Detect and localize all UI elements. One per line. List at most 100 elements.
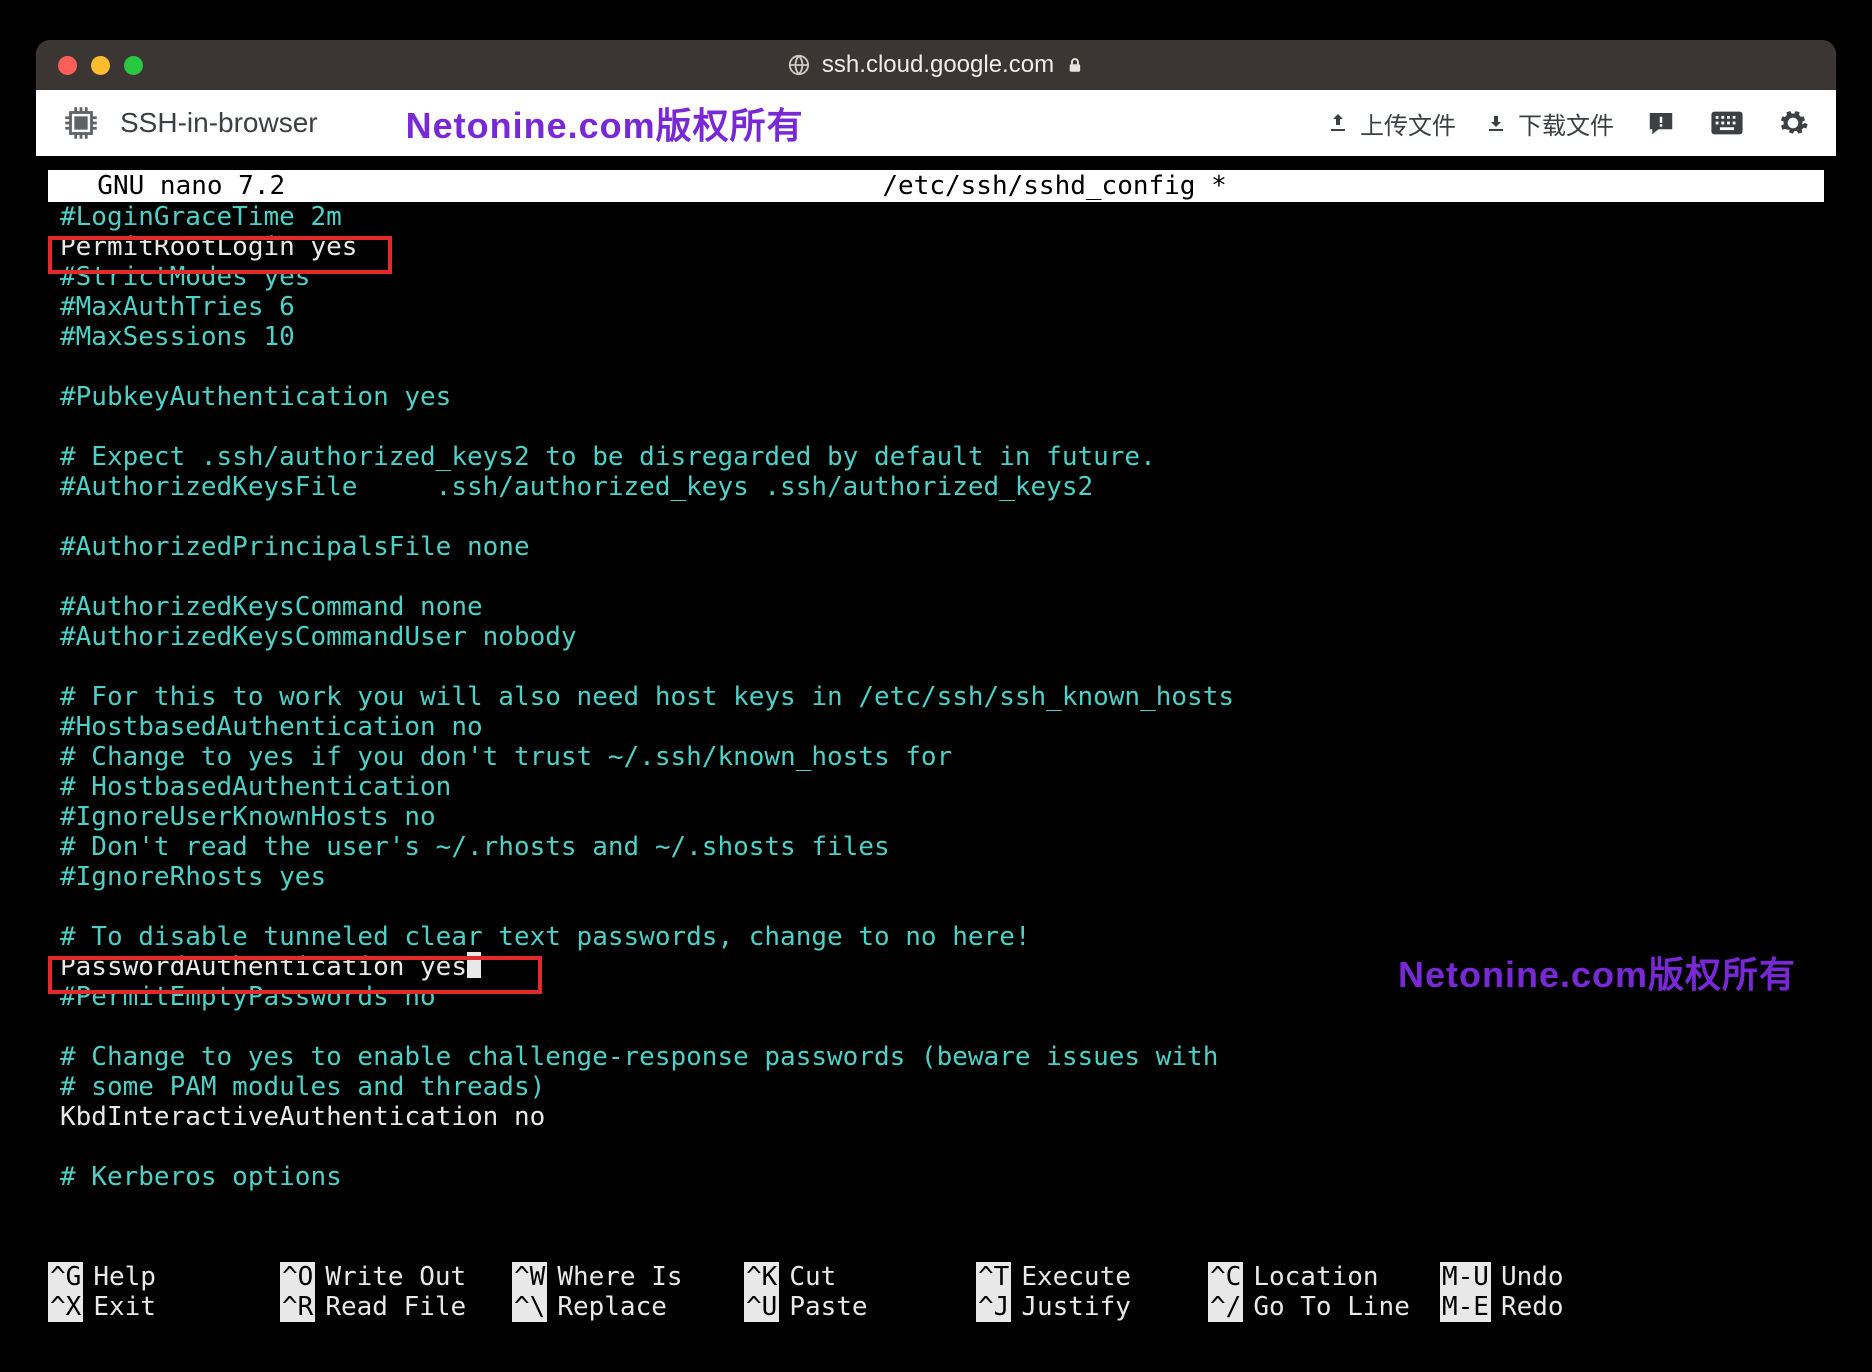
editor-line: #LoginGraceTime 2m <box>60 202 1812 232</box>
editor-line: PermitRootLogin yes <box>60 232 1812 262</box>
editor-line <box>60 562 1812 592</box>
editor-line <box>60 1132 1812 1162</box>
editor-line <box>60 892 1812 922</box>
nano-footer-row: ^G Help ^O Write Out ^WWhere Is^K Cut ^T Execut… <box>48 1262 1824 1292</box>
shortcut-label: Write Out <box>325 1262 466 1292</box>
text-cursor <box>467 952 481 978</box>
shortcut-label: Replace <box>557 1292 667 1322</box>
editor-line: # Change to yes to enable challenge-resp… <box>60 1042 1812 1072</box>
download-file-button[interactable]: 下载文件 <box>1484 106 1614 141</box>
keycap: ^K <box>744 1262 779 1292</box>
editor-line: #StrictModes yes <box>60 262 1812 292</box>
nano-file-path: /etc/ssh/sshd_config * <box>285 170 1824 202</box>
editor-line: # HostbasedAuthentication <box>60 772 1812 802</box>
keycap: ^/ <box>1208 1292 1243 1322</box>
shortcut-label: Paste <box>789 1292 867 1322</box>
globe-icon <box>788 54 810 76</box>
toolbar-left: SSH-in-browser <box>60 102 318 144</box>
keycap: ^C <box>1208 1262 1243 1292</box>
feedback-icon[interactable] <box>1642 108 1680 138</box>
nano-shortcut: ^/ Go To Line <box>1208 1292 1440 1322</box>
keycap: ^\ <box>512 1292 547 1322</box>
upload-file-button[interactable]: 上传文件 <box>1326 106 1456 141</box>
shortcut-label: Exit <box>93 1292 156 1322</box>
shortcut-label: Location <box>1253 1262 1378 1292</box>
watermark-text: Netonine.com版权所有 <box>406 97 804 149</box>
gear-icon[interactable] <box>1774 107 1812 139</box>
editor-line <box>60 1012 1812 1042</box>
nano-shortcut: ^K Cut <box>744 1262 976 1292</box>
window-titlebar: ssh.cloud.google.com <box>36 40 1836 90</box>
address-bar[interactable]: ssh.cloud.google.com <box>788 51 1084 79</box>
nano-footer: ^G Help ^O Write Out ^WWhere Is^K Cut ^T Execut… <box>48 1262 1824 1322</box>
keyboard-icon[interactable] <box>1708 110 1746 136</box>
editor-line: # some PAM modules and threads) <box>60 1072 1812 1102</box>
editor-line <box>60 652 1812 682</box>
shortcut-label: Go To Line <box>1253 1292 1410 1322</box>
editor-line <box>60 412 1812 442</box>
keycap: M-U <box>1440 1262 1491 1292</box>
app-title: SSH-in-browser <box>120 107 318 139</box>
chip-icon <box>60 102 102 144</box>
editor-line: # For this to work you will also need ho… <box>60 682 1812 712</box>
nano-shortcut: ^\ Replace <box>512 1292 744 1322</box>
editor-line: #AuthorizedKeysCommandUser nobody <box>60 622 1812 652</box>
keycap: ^T <box>976 1262 1011 1292</box>
editor-line: #MaxSessions 10 <box>60 322 1812 352</box>
toolbar: SSH-in-browser Netonine.com版权所有 上传文件 下载文… <box>36 90 1836 156</box>
keycap: ^O <box>280 1262 315 1292</box>
editor-line: # Don't read the user's ~/.rhosts and ~/… <box>60 832 1812 862</box>
editor-line: #AuthorizedKeysCommand none <box>60 592 1812 622</box>
nano-shortcut: ^X Exit <box>48 1292 280 1322</box>
shortcut-label: Redo <box>1501 1292 1564 1322</box>
nano-shortcut: ^O Write Out <box>280 1262 512 1292</box>
keycap: ^R <box>280 1292 315 1322</box>
editor-line: #IgnoreUserKnownHosts no <box>60 802 1812 832</box>
keycap: ^J <box>976 1292 1011 1322</box>
nano-editor[interactable]: #LoginGraceTime 2mPermitRootLogin yes#St… <box>48 202 1824 1192</box>
maximize-window-button[interactable] <box>124 56 143 75</box>
shortcut-label: Undo <box>1501 1262 1564 1292</box>
shortcut-label: Where Is <box>557 1262 682 1292</box>
shortcut-label: Cut <box>789 1262 836 1292</box>
keycap: ^X <box>48 1292 83 1322</box>
shortcut-label: Read File <box>325 1292 466 1322</box>
editor-line: #PubkeyAuthentication yes <box>60 382 1812 412</box>
keycap: M-E <box>1440 1292 1491 1322</box>
nano-app-name: GNU nano 7.2 <box>48 170 285 202</box>
nano-shortcut: ^J Justify <box>976 1292 1208 1322</box>
editor-line: #MaxAuthTries 6 <box>60 292 1812 322</box>
nano-shortcut: ^C Location <box>1208 1262 1440 1292</box>
editor-line: #IgnoreRhosts yes <box>60 862 1812 892</box>
editor-line: #HostbasedAuthentication no <box>60 712 1812 742</box>
nano-titlebar: GNU nano 7.2 /etc/ssh/sshd_config * <box>48 170 1824 202</box>
terminal-area[interactable]: GNU nano 7.2 /etc/ssh/sshd_config * #Log… <box>36 156 1836 1336</box>
close-window-button[interactable] <box>58 56 77 75</box>
download-file-label: 下载文件 <box>1518 106 1614 141</box>
minimize-window-button[interactable] <box>91 56 110 75</box>
nano-shortcut: ^U Paste <box>744 1292 976 1322</box>
shortcut-label: Justify <box>1021 1292 1131 1322</box>
watermark-text: Netonine.com版权所有 <box>1398 946 1796 998</box>
nano-shortcut: M-U Undo <box>1440 1262 1672 1292</box>
editor-line <box>60 352 1812 382</box>
editor-line <box>60 502 1812 532</box>
lock-icon <box>1066 55 1084 75</box>
editor-line: # Change to yes if you don't trust ~/.ss… <box>60 742 1812 772</box>
url-text: ssh.cloud.google.com <box>822 51 1054 79</box>
keycap: ^G <box>48 1262 83 1292</box>
traffic-lights <box>36 56 143 75</box>
keycap: ^U <box>744 1292 779 1322</box>
editor-line: #AuthorizedKeysFile .ssh/authorized_keys… <box>60 472 1812 502</box>
nano-shortcut: M-E Redo <box>1440 1292 1672 1322</box>
nano-shortcut: ^T Execute <box>976 1262 1208 1292</box>
nano-shortcut: ^WWhere Is <box>512 1262 744 1292</box>
editor-line: KbdInteractiveAuthentication no <box>60 1102 1812 1132</box>
upload-file-label: 上传文件 <box>1360 106 1456 141</box>
editor-line: # Kerberos options <box>60 1162 1812 1192</box>
editor-line: #AuthorizedPrincipalsFile none <box>60 532 1812 562</box>
shortcut-label: Help <box>93 1262 156 1292</box>
browser-window: ssh.cloud.google.com SSH-in-browser Neto… <box>36 40 1836 1336</box>
shortcut-label: Execute <box>1021 1262 1131 1292</box>
nano-shortcut: ^G Help <box>48 1262 280 1292</box>
